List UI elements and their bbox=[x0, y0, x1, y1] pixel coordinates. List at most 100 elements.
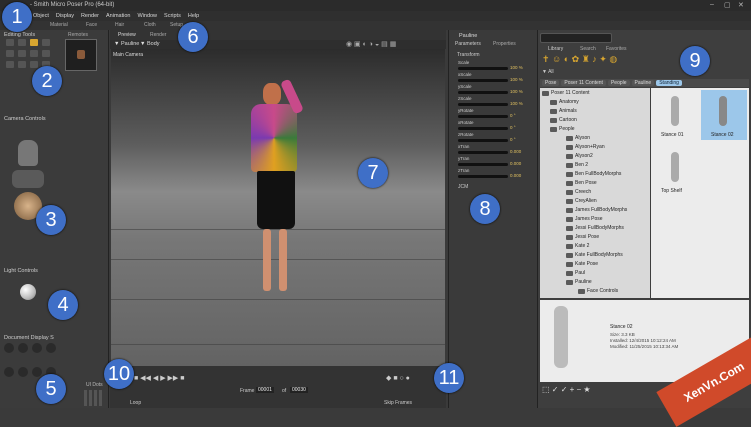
param-value[interactable]: 100 % bbox=[510, 65, 523, 70]
tab-hair[interactable]: Hair bbox=[115, 22, 124, 28]
3d-scene[interactable]: Main Camera bbox=[111, 49, 445, 366]
display-style-icon[interactable] bbox=[18, 343, 28, 353]
breadcrumb-people[interactable]: People bbox=[607, 80, 630, 86]
param-dial[interactable]: 100 % bbox=[458, 65, 528, 71]
figure-selector[interactable]: ▼ Pauline bbox=[114, 41, 139, 47]
tree-folder-item[interactable]: James Pose bbox=[566, 215, 603, 223]
breadcrumb-pauline[interactable]: Pauline bbox=[631, 80, 655, 86]
param-dial[interactable]: 100 % bbox=[458, 101, 528, 107]
param-dial[interactable]: 100 % bbox=[458, 77, 528, 83]
display-style-icon[interactable] bbox=[4, 343, 14, 353]
tree-folder-item[interactable]: Kate Pose bbox=[566, 260, 598, 268]
close-icon[interactable]: ✕ bbox=[738, 1, 744, 9]
display-style-icon[interactable] bbox=[32, 367, 42, 377]
param-dial[interactable]: 0.000 bbox=[458, 173, 528, 179]
display-style-icon[interactable] bbox=[18, 367, 28, 377]
param-value[interactable]: 0 ° bbox=[510, 125, 516, 130]
tree-folder-item[interactable]: CreyAlien bbox=[566, 197, 597, 205]
viewport-toolbar-icons[interactable]: ◉ ▣ ◐ ◑ ◒ ▤ ▦ bbox=[346, 40, 396, 48]
tree-folder-item[interactable]: Jessi FullBodyMorphs bbox=[566, 224, 624, 232]
figure-thumbnail[interactable] bbox=[65, 39, 97, 71]
grouping-tool-icon[interactable] bbox=[6, 61, 14, 68]
tree-folder-item[interactable]: Kate 2 bbox=[566, 242, 589, 250]
param-dial[interactable]: 0.000 bbox=[458, 161, 528, 167]
menu-render[interactable]: Render bbox=[81, 13, 99, 19]
param-dial[interactable]: 0 ° bbox=[458, 137, 528, 143]
tab-favorites[interactable]: Favorites bbox=[606, 46, 627, 52]
display-style-icon[interactable] bbox=[32, 343, 42, 353]
total-frames-field[interactable]: 00030 bbox=[290, 387, 308, 393]
tab-render[interactable]: Render bbox=[150, 32, 166, 38]
menu-animation[interactable]: Animation bbox=[106, 13, 130, 19]
taper-tool-icon[interactable] bbox=[18, 50, 26, 57]
param-dial[interactable]: 100 % bbox=[458, 89, 528, 95]
actor-selector[interactable]: ▼ Body bbox=[140, 41, 160, 47]
display-style-icon[interactable] bbox=[46, 343, 56, 353]
translate-tool-icon[interactable] bbox=[30, 39, 38, 46]
tab-preview[interactable]: Preview bbox=[118, 32, 136, 38]
tree-folder-item[interactable]: Paul bbox=[566, 269, 585, 277]
chain-break-tool-icon[interactable] bbox=[30, 50, 38, 57]
tab-library[interactable]: Library bbox=[548, 46, 563, 52]
param-value[interactable]: 0.000 bbox=[510, 149, 521, 154]
param-dial[interactable]: 0.000 bbox=[458, 149, 528, 155]
menu-display[interactable]: Display bbox=[56, 13, 74, 19]
library-search-input[interactable] bbox=[540, 33, 612, 43]
view-magnifier-tool-icon[interactable] bbox=[18, 61, 26, 68]
param-value[interactable]: 100 % bbox=[510, 101, 523, 106]
param-dial[interactable]: 0 ° bbox=[458, 113, 528, 119]
current-frame-field[interactable]: 00001 bbox=[256, 387, 274, 393]
library-category-icons[interactable]: ✝ ☺ ◐ ✿ ♜ ♪ ✦ ◍ bbox=[542, 54, 617, 65]
morph-tool-icon[interactable] bbox=[30, 61, 38, 68]
tree-folder-item[interactable]: Kate FullBodyMorphs bbox=[566, 251, 623, 259]
tree-folder-item[interactable]: Creech bbox=[566, 188, 591, 196]
tab-cloth[interactable]: Cloth bbox=[144, 22, 156, 28]
tab-material[interactable]: Material bbox=[50, 22, 68, 28]
loop-toggle[interactable]: Loop bbox=[130, 400, 141, 406]
tree-folder-item[interactable]: Anatomy bbox=[550, 98, 579, 106]
color-tool-icon[interactable] bbox=[42, 50, 50, 57]
tab-face[interactable]: Face bbox=[86, 22, 97, 28]
tab-parameters[interactable]: Parameters bbox=[455, 41, 481, 47]
ui-dots-grid[interactable] bbox=[84, 390, 104, 406]
tab-search[interactable]: Search bbox=[580, 46, 596, 52]
keyframe-buttons[interactable]: ◆ ■ ○ ● bbox=[386, 374, 410, 382]
tree-folder-item[interactable]: Ben Pose bbox=[566, 179, 597, 187]
tree-folder-item[interactable]: Ben 2 bbox=[566, 161, 588, 169]
param-value[interactable]: 0 ° bbox=[510, 137, 516, 142]
playback-buttons[interactable]: ■ ◀◀ ◀ ▶ ▶▶ ■ bbox=[134, 374, 184, 382]
breadcrumb-standing[interactable]: Standing bbox=[656, 80, 682, 86]
tree-folder-item[interactable]: Face Controls bbox=[578, 287, 618, 295]
param-dial[interactable]: 0 ° bbox=[458, 125, 528, 131]
tree-folder-item[interactable]: Jessi Pose bbox=[566, 233, 599, 241]
tree-folder-item[interactable]: Poser 11 Content bbox=[542, 89, 590, 97]
tree-folder-item[interactable]: Alyson bbox=[566, 134, 590, 142]
camera-hand-control[interactable] bbox=[12, 170, 44, 188]
param-value[interactable]: 0.000 bbox=[510, 161, 521, 166]
menu-window[interactable]: Window bbox=[137, 13, 157, 19]
breadcrumb-poser-content[interactable]: Poser 11 Content bbox=[561, 80, 606, 86]
param-value[interactable]: 0 ° bbox=[510, 113, 516, 118]
scale-tool-icon[interactable] bbox=[6, 50, 14, 57]
menu-object[interactable]: Object bbox=[33, 13, 49, 19]
thumb-stance-01[interactable]: Stance 01 bbox=[653, 90, 698, 140]
twist-tool-icon[interactable] bbox=[18, 39, 26, 46]
rotate-tool-icon[interactable] bbox=[6, 39, 14, 46]
display-style-icon[interactable] bbox=[4, 367, 14, 377]
param-value[interactable]: 0.000 bbox=[510, 173, 521, 178]
parameters-figure-selector[interactable]: Pauline bbox=[459, 33, 477, 39]
tree-folder-item[interactable]: Alyson2 bbox=[566, 152, 593, 160]
menu-scripts[interactable]: Scripts bbox=[164, 13, 181, 19]
tree-folder-item[interactable]: Ben FullBodyMorphs bbox=[566, 170, 621, 178]
breadcrumb-pose[interactable]: Pose bbox=[542, 80, 560, 86]
thumb-top-shelf[interactable]: Top Shelf bbox=[653, 146, 698, 196]
tree-folder-item[interactable]: Animals bbox=[550, 107, 577, 115]
thumb-stance-02[interactable]: Stance 02 bbox=[701, 90, 747, 140]
minimize-icon[interactable]: – bbox=[710, 1, 714, 8]
param-value[interactable]: 100 % bbox=[510, 89, 523, 94]
light-sphere-control[interactable] bbox=[20, 284, 36, 300]
param-value[interactable]: 100 % bbox=[510, 77, 523, 82]
translate-in-out-tool-icon[interactable] bbox=[42, 39, 50, 46]
camera-head-control[interactable] bbox=[18, 140, 38, 166]
tree-folder-item[interactable]: Cartoon bbox=[550, 116, 577, 124]
